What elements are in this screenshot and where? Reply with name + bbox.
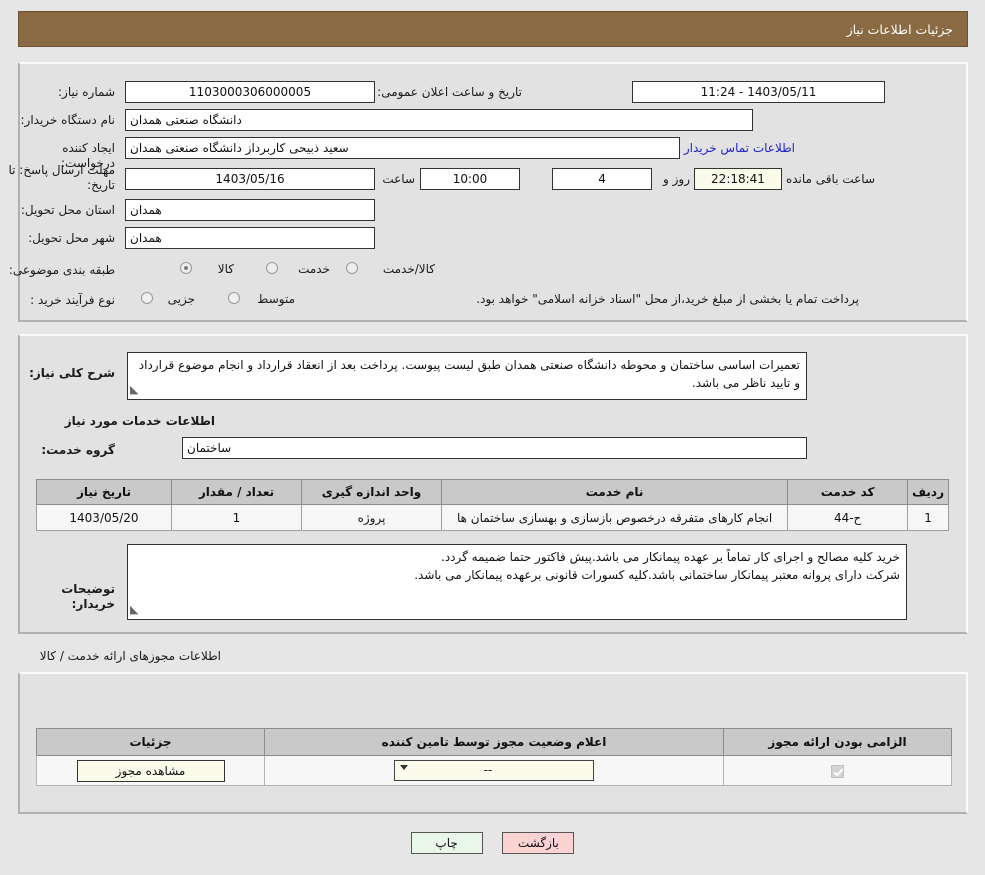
cell-permit-details: مشاهده مجوز xyxy=(36,755,265,786)
permits-row: -- مشاهده مجوز xyxy=(36,755,952,786)
table-header-row: ردیف کد خدمت نام خدمت واحد اندازه گیری ت… xyxy=(36,479,949,505)
services-section-caption: اطلاعات خدمات مورد نیاز xyxy=(64,414,215,428)
chevron-down-icon xyxy=(400,765,408,770)
category-label: طبقه بندی موضوعی: xyxy=(8,263,115,277)
buyer-notes-line-1: خرید کلیه مصالح و اجرای کار تماماً بر عه… xyxy=(441,550,900,564)
permits-table-wrap: الزامی بودن ارائه مجوز اعلام وضعیت مجوز … xyxy=(36,728,952,786)
cell-qty: 1 xyxy=(171,504,302,531)
th-name: نام خدمت xyxy=(440,479,789,505)
deadline-hour: 10:00 xyxy=(420,168,520,190)
th-qty: تعداد / مقدار xyxy=(171,479,302,505)
remaining-days: 4 xyxy=(552,168,652,190)
remaining-suffix-label: ساعت باقی مانده xyxy=(785,172,875,186)
buyer-org-value: دانشگاه صنعتی همدان xyxy=(125,109,753,131)
deadline-hour-label: ساعت xyxy=(382,172,415,186)
buyer-contact-link[interactable]: اطلاعات تماس خریدار xyxy=(684,137,795,159)
process-label: نوع فرآیند خرید : xyxy=(30,293,115,307)
category-radio-khedmat[interactable] xyxy=(266,262,278,274)
province-value: همدان xyxy=(125,199,375,221)
cell-row: 1 xyxy=(907,504,949,531)
view-permit-button[interactable]: مشاهده مجوز xyxy=(76,759,225,782)
cell-permit-status: -- xyxy=(264,755,724,786)
cell-name: انجام کارهای متفرقه درخصوص بازسازی و بهس… xyxy=(440,504,789,531)
process-radio-motavasset-label: متوسط xyxy=(257,292,295,306)
permit-status-select[interactable]: -- xyxy=(394,760,594,781)
description-label: شرح کلی نیاز: xyxy=(29,366,115,380)
permits-caption: اطلاعات مجوزهای ارائه خدمت / کالا xyxy=(39,649,221,663)
resize-grip-icon[interactable]: ◢ xyxy=(130,381,138,399)
category-radio-kala-khedmat[interactable] xyxy=(346,262,358,274)
announce-label: تاریخ و ساعت اعلان عمومی: xyxy=(377,85,522,99)
page-title: جزئیات اطلاعات نیاز xyxy=(846,21,953,37)
th-permit-required: الزامی بودن ارائه مجوز xyxy=(723,728,952,756)
service-group-value: ساختمان xyxy=(182,437,807,459)
buyer-notes-line-2: شرکت دارای پروانه معتبر پیمانکار ساختمان… xyxy=(414,568,900,582)
category-radio-kala-label: کالا xyxy=(217,262,234,276)
th-unit: واحد اندازه گیری xyxy=(301,479,442,505)
category-radio-kala-khedmat-label: کالا/خدمت xyxy=(382,262,435,276)
process-radio-motavasset[interactable] xyxy=(228,292,240,304)
permits-table: الزامی بودن ارائه مجوز اعلام وضعیت مجوز … xyxy=(36,728,952,786)
process-radio-jozi-label: جزیی xyxy=(167,292,195,306)
resize-grip-icon[interactable]: ◢ xyxy=(130,601,138,619)
process-radio-jozi[interactable] xyxy=(141,292,153,304)
buyer-org-label: نام دستگاه خریدار: xyxy=(20,113,116,127)
deadline-label: مهلت ارسال پاسخ: تا تاریخ: xyxy=(8,163,115,192)
th-date: تاریخ نیاز xyxy=(36,479,172,505)
category-radio-kala[interactable] xyxy=(180,262,192,274)
page-title-bar: جزئیات اطلاعات نیاز xyxy=(18,11,968,47)
back-button[interactable]: بازگشت xyxy=(502,832,575,854)
remaining-countdown: 22:18:41 xyxy=(694,168,782,190)
cell-unit: پروژه xyxy=(301,504,442,531)
th-permit-details: جزئیات xyxy=(36,728,265,756)
announce-value: 1403/05/11 - 11:24 xyxy=(632,81,885,103)
description-value: تعمیرات اساسی ساختمان و محوطه دانشگاه صن… xyxy=(138,358,800,390)
service-group-label: گروه خدمت: xyxy=(41,443,115,457)
cell-code: ح-44 xyxy=(787,504,909,531)
days-and-label: روز و xyxy=(663,172,690,186)
table-row: 1 ح-44 انجام کارهای متفرقه درخصوص بازساز… xyxy=(36,504,949,531)
buyer-notes-textarea[interactable]: خرید کلیه مصالح و اجرای کار تماماً بر عه… xyxy=(127,544,907,620)
deadline-date: 1403/05/16 xyxy=(125,168,375,190)
need-number-label: شماره نیاز: xyxy=(58,85,115,99)
th-code: کد خدمت xyxy=(787,479,909,505)
cell-date: 1403/05/20 xyxy=(36,504,172,531)
city-value: همدان xyxy=(125,227,375,249)
cell-permit-required xyxy=(723,755,952,786)
print-button[interactable]: چاپ xyxy=(410,832,483,854)
permits-header-row: الزامی بودن ارائه مجوز اعلام وضعیت مجوز … xyxy=(36,728,952,756)
buyer-notes-label: توضیحات خریدار: xyxy=(61,582,115,611)
description-textarea[interactable]: تعمیرات اساسی ساختمان و محوطه دانشگاه صن… xyxy=(127,352,807,400)
th-row: ردیف xyxy=(907,479,949,505)
process-note: پرداخت تمام یا بخشی از مبلغ خرید،از محل … xyxy=(476,292,859,306)
page-root: AriaTender.net جزئیات اطلاعات نیاز شماره… xyxy=(0,0,985,875)
creator-value: سعید ذبیحی کاربرداز دانشگاه صنعتی همدان xyxy=(125,137,680,159)
services-table: ردیف کد خدمت نام خدمت واحد اندازه گیری ت… xyxy=(36,479,949,531)
province-label: استان محل تحویل: xyxy=(20,203,115,217)
footer-button-bar: بازگشت چاپ xyxy=(0,832,985,854)
city-label: شهر محل تحویل: xyxy=(28,231,115,245)
category-radio-khedmat-label: خدمت xyxy=(298,262,330,276)
th-permit-status: اعلام وضعیت مجوز توسط تامین کننده xyxy=(264,728,724,756)
permit-status-value: -- xyxy=(483,763,493,777)
need-number-value: 1103000306000005 xyxy=(125,81,375,103)
permit-required-checkbox xyxy=(831,764,844,778)
